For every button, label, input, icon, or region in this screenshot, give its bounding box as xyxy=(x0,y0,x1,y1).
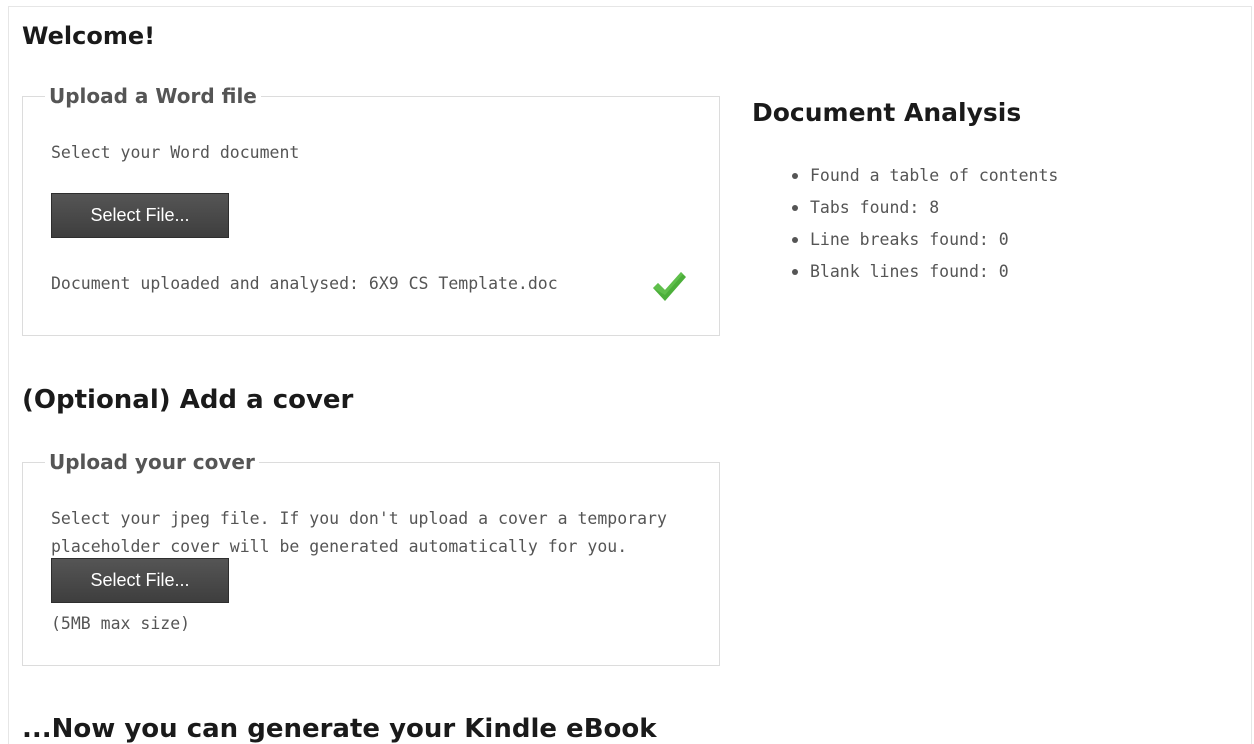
bullet-icon xyxy=(792,173,798,179)
analysis-item-text: Line breaks found: 0 xyxy=(810,230,1009,249)
list-item: Found a table of contents xyxy=(790,160,1058,192)
analysis-item-text: Tabs found: 8 xyxy=(810,198,940,217)
bullet-icon xyxy=(792,205,798,211)
page: Welcome! Upload a Word file Select your … xyxy=(0,0,1254,744)
list-item: Line breaks found: 0 xyxy=(790,224,1058,256)
word-upload-status: Document uploaded and analysed: 6X9 CS T… xyxy=(51,274,558,293)
select-cover-file-button[interactable]: Select File... xyxy=(51,558,229,603)
welcome-heading: Welcome! xyxy=(22,22,156,50)
document-analysis-heading: Document Analysis xyxy=(752,98,1022,127)
analysis-item-text: Blank lines found: 0 xyxy=(810,262,1009,281)
add-cover-heading: (Optional) Add a cover xyxy=(22,385,354,415)
cover-instruction-line1: Select your jpeg file. If you don't uplo… xyxy=(51,509,667,528)
cover-size-note: (5MB max size) xyxy=(51,614,191,633)
word-upload-instruction: Select your Word document xyxy=(51,143,300,162)
word-upload-legend: Upload a Word file xyxy=(49,84,257,108)
analysis-item-text: Found a table of contents xyxy=(810,166,1059,185)
generate-ebook-heading: ...Now you can generate your Kindle eBoo… xyxy=(22,714,657,744)
cover-upload-legend: Upload your cover xyxy=(49,450,255,474)
list-item: Blank lines found: 0 xyxy=(790,256,1058,288)
bullet-icon xyxy=(792,269,798,275)
analysis-list: Found a table of contents Tabs found: 8 … xyxy=(790,160,1058,288)
checkmark-icon xyxy=(653,272,686,301)
cover-instruction-line2: placeholder cover will be generated auto… xyxy=(51,537,628,556)
bullet-icon xyxy=(792,237,798,243)
select-word-file-button[interactable]: Select File... xyxy=(51,193,229,238)
list-item: Tabs found: 8 xyxy=(790,192,1058,224)
